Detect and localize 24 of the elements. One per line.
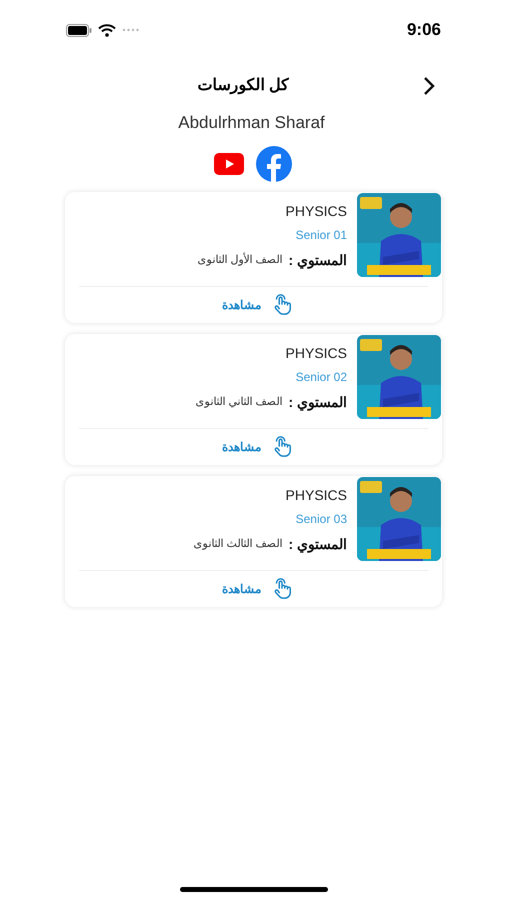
watch-button[interactable]: مشاهدة [222,296,261,314]
page-title: كل الكورسات [198,76,289,96]
level-value: الصف الثاني الثانوى [195,394,282,410]
signal-icon [122,28,140,32]
course-subject: PHYSICS [286,344,347,362]
wifi-icon [98,24,116,36]
course-code: Senior 01 [296,226,347,244]
status-time: 9:06 [406,19,441,42]
video-play-icon[interactable] [214,152,244,174]
level-value: الصف الثالث الثانوى [193,536,282,552]
level-label: المستوي : [288,534,347,554]
course-subject: PHYSICS [286,486,347,504]
level-value: الصف الأول الثانوى [197,252,282,268]
course-code: Senior 02 [296,368,347,386]
watch-button[interactable]: مشاهدة [222,438,261,456]
watch-button[interactable]: مشاهدة [222,580,261,598]
back-icon[interactable] [422,76,436,96]
facebook-icon[interactable] [256,146,292,182]
battery-icon [66,24,92,36]
teacher-name: Abdulrhman Sharaf [178,112,325,134]
level-label: المستوي : [288,392,347,412]
level-label: المستوي : [288,250,347,270]
course-code: Senior 03 [296,510,347,528]
course-subject: PHYSICS [286,202,347,220]
